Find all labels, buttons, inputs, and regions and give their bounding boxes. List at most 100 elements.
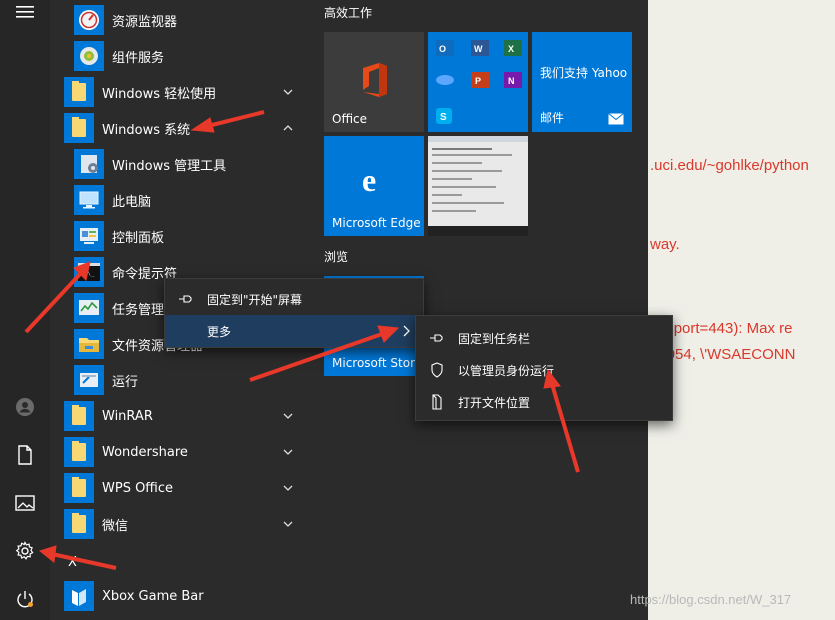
settings-gear-icon[interactable] [13,539,37,563]
tile-label: 邮件 [540,111,565,125]
svg-text:C:\_: C:\_ [80,270,95,277]
group-title-browse: 浏览 [324,250,349,264]
app-label: WPS Office [102,480,174,496]
tile-screenshot-preview[interactable] [428,136,528,236]
task-manager-icon [74,293,104,323]
app-run[interactable]: 运行 [64,362,304,398]
app-label: 资源监视器 [112,14,178,30]
folder-icon [64,113,94,143]
context-menu: 固定到"开始"屏幕 更多 [164,278,424,348]
section-header-x[interactable]: X [64,548,304,576]
app-control-panel[interactable]: 控制面板 [64,218,304,254]
app-xbox-game-bar[interactable]: Xbox Game Bar [60,578,304,614]
power-icon[interactable] [13,587,37,611]
menu-item-spacer [177,322,195,340]
menu-item-label: 固定到"开始"屏幕 [207,292,303,307]
svg-text:W: W [474,44,483,54]
app-label: WinRAR [102,408,153,424]
menu-item-run-as-admin[interactable]: 以管理员身份运行 [416,354,672,386]
app-label: 运行 [112,374,139,390]
folder-icon [64,77,94,107]
folder-icon [64,437,94,467]
background-page: .uci.edu/~gohlke/python way. u\', port=4… [648,0,835,620]
file-explorer-icon [74,329,104,359]
run-icon [74,365,104,395]
section-letter: X [68,554,77,570]
menu-item-label: 固定到任务栏 [458,331,531,346]
svg-text:e: e [362,164,376,196]
group-title-productivity: 高效工作 [324,6,373,20]
app-component-services[interactable]: 组件服务 [64,38,304,74]
app-windows-system[interactable]: Windows 系统 [60,110,304,146]
tile-office-apps[interactable]: O W X P N S [428,32,528,132]
tile-title: 我们支持 Yahoo [540,66,628,80]
folder-icon [64,401,94,431]
svg-text:X: X [508,44,514,54]
app-label: Wondershare [102,444,188,460]
app-label: 此电脑 [112,194,152,210]
app-wondershare[interactable]: Wondershare [60,434,304,470]
shield-icon [428,361,446,379]
tile-label: Office [332,112,368,126]
user-avatar-icon[interactable] [13,395,37,419]
edge-logo-icon: e [362,164,376,196]
folder-icon [64,509,94,539]
pin-icon [428,329,446,347]
menu-item-label: 打开文件位置 [458,395,531,410]
menu-item-pin-to-taskbar[interactable]: 固定到任务栏 [416,322,672,354]
chevron-down-icon[interactable] [282,482,294,494]
background-text-line: way. [650,236,680,253]
tile-microsoft-edge[interactable]: e Microsoft Edge [324,136,424,236]
app-label: 组件服务 [112,50,165,66]
submenu: 固定到任务栏 以管理员身份运行 打开文件位置 [415,315,673,421]
background-text-line: .uci.edu/~gohlke/python [650,157,809,174]
app-this-pc[interactable]: 此电脑 [64,182,304,218]
app-resource-monitor[interactable]: 资源监视器 [64,2,304,38]
app-windows-admin-tools[interactable]: Windows 管理工具 [64,146,304,182]
office-logo-icon [363,63,387,97]
admin-tools-icon [74,149,104,179]
hamburger-menu-icon[interactable] [13,0,37,24]
folder-icon [64,473,94,503]
chevron-down-icon[interactable] [282,410,294,422]
window-preview-icon [428,136,528,236]
svg-text:N: N [508,76,515,86]
menu-item-open-file-location[interactable]: 打开文件位置 [416,386,672,418]
app-label: Windows 管理工具 [112,158,227,174]
chevron-up-icon[interactable] [282,122,294,134]
app-winrar[interactable]: WinRAR [60,398,304,434]
chevron-down-icon[interactable] [282,518,294,530]
menu-item-label: 更多 [207,324,232,339]
file-location-icon [428,393,446,411]
menu-item-more[interactable]: 更多 [165,315,423,347]
chevron-down-icon[interactable] [282,86,294,98]
chevron-right-icon [403,325,410,337]
tile-mail[interactable]: 我们支持 Yahoo 邮件 [532,32,632,132]
documents-icon[interactable] [13,443,37,467]
app-label: Windows 系统 [102,122,191,138]
watermark: https://blog.csdn.net/W_317 [630,592,792,607]
command-prompt-icon: C:\_ [74,257,104,287]
app-windows-ease[interactable]: Windows 轻松使用 [60,74,304,110]
app-label: 微信 [102,518,129,534]
chevron-down-icon[interactable] [282,446,294,458]
start-menu: 资源监视器 组件服务 Windows 轻松使用 Windows 系统 Windo… [0,0,673,620]
tile-label: Microsoft Store [332,356,423,370]
svg-text:O: O [439,44,446,54]
app-wechat[interactable]: 微信 [60,506,304,542]
menu-item-label: 以管理员身份运行 [458,363,555,378]
menu-item-pin-to-start[interactable]: 固定到"开始"屏幕 [165,283,423,315]
svg-text:P: P [475,76,481,86]
app-wps-office[interactable]: WPS Office [60,470,304,506]
pin-icon [177,290,195,308]
tile-office[interactable]: Office [324,32,424,132]
office-apps-icon: O W X P N S [436,40,522,124]
control-panel-icon [74,221,104,251]
app-label: Windows 轻松使用 [102,86,217,102]
start-menu-rail [0,0,50,620]
svg-text:S: S [440,112,447,123]
pictures-icon[interactable] [13,491,37,515]
resource-monitor-icon [74,5,104,35]
app-label: Xbox Game Bar [102,588,204,604]
component-services-icon [74,41,104,71]
